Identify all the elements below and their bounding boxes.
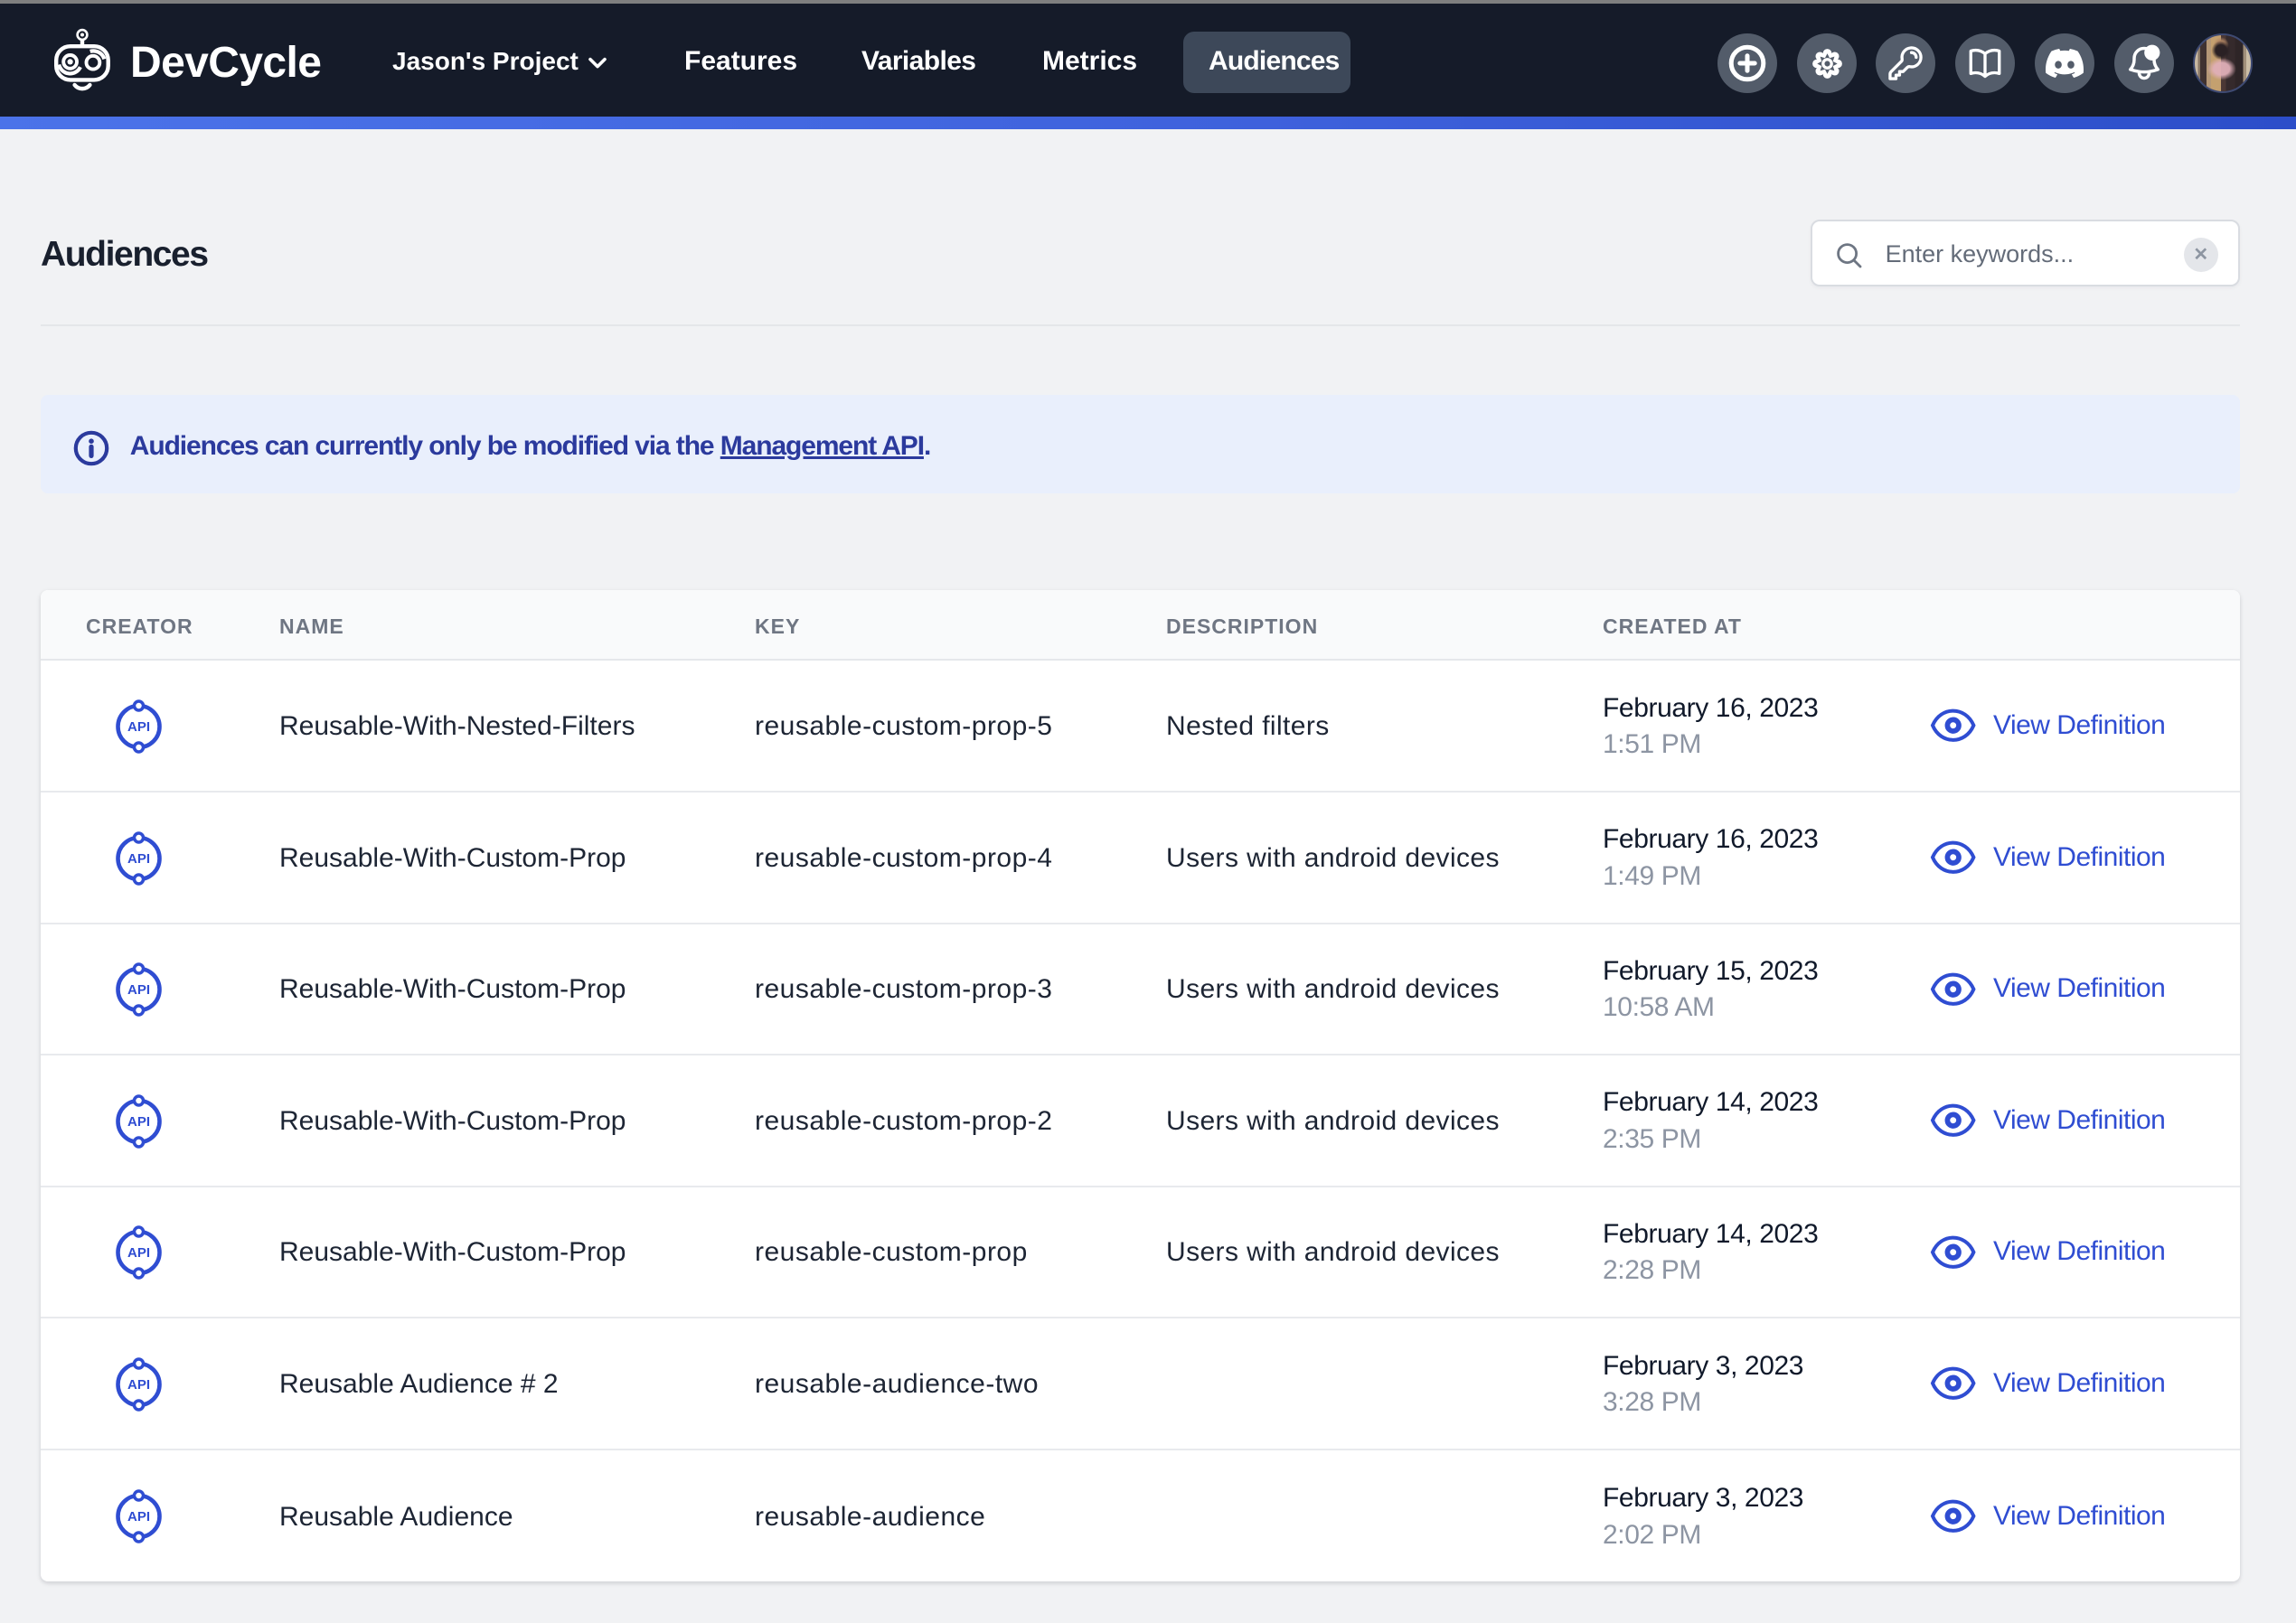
svg-text:API: API (127, 1114, 150, 1130)
svg-text:API: API (127, 1509, 150, 1524)
svg-text:API: API (127, 851, 150, 867)
svg-text:API: API (127, 1246, 150, 1262)
svg-text:API: API (127, 719, 150, 735)
svg-text:API: API (127, 983, 150, 999)
svg-text:API: API (127, 1377, 150, 1393)
